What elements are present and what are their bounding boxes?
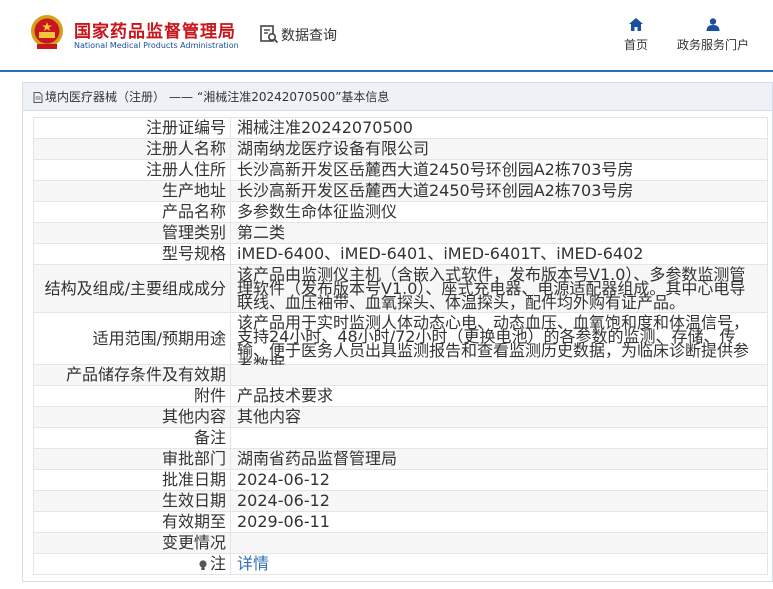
table-row: 注详情 bbox=[33, 554, 768, 575]
record-panel: 境内医疗器械（注册） —— “湘械注准20242070500”基本信息 注册证编号湘… bbox=[22, 82, 773, 582]
row-value: 该产品用于实时监测人体动态心电、动态血压、血氧饱和度和体温信号，支持24小时、4… bbox=[231, 313, 768, 373]
row-label: 附件 bbox=[33, 386, 231, 406]
row-label: 批准日期 bbox=[33, 470, 231, 490]
nav-home[interactable]: 首页 bbox=[620, 18, 652, 53]
table-row: 生效日期 2024-06-12 bbox=[33, 491, 768, 512]
row-value bbox=[231, 428, 768, 448]
table-row: 审批部门 湖南省药品监督管理局 bbox=[33, 449, 768, 470]
row-label: 有效期至 bbox=[33, 512, 231, 532]
national-emblem-icon[interactable] bbox=[30, 14, 64, 52]
table-row: 注册人住所 长沙高新开发区岳麓西大道2450号环创园A2栋703号房 bbox=[33, 160, 768, 181]
breadcrumb-separator: —— bbox=[169, 90, 194, 104]
row-label: 注 bbox=[33, 554, 231, 574]
data-query-title: 数据查询 bbox=[281, 28, 337, 44]
document-icon bbox=[33, 92, 43, 103]
table-row: 变更情况 bbox=[33, 533, 768, 554]
site-header: 国家药品监督管理局 National Medical Products Admi… bbox=[0, 0, 773, 70]
row-value: 其他内容 bbox=[231, 407, 768, 427]
table-row: 管理类别 第二类 bbox=[33, 223, 768, 244]
table-row: 产品名称 多参数生命体征监测仪 bbox=[33, 202, 768, 223]
site-name-en[interactable]: National Medical Products Administration bbox=[74, 41, 239, 50]
breadcrumb-category[interactable]: 境内医疗器械（注册） bbox=[45, 90, 165, 104]
table-row: 批准日期 2024-06-12 bbox=[33, 470, 768, 491]
row-label: 管理类别 bbox=[33, 223, 231, 243]
row-value bbox=[231, 533, 768, 553]
table-row: 注册人名称 湖南纳龙医疗设备有限公司 bbox=[33, 139, 768, 160]
row-label: 注册证编号 bbox=[33, 118, 231, 138]
row-label: 产品储存条件及有效期 bbox=[33, 365, 231, 385]
table-row: 附件 产品技术要求 bbox=[33, 386, 768, 407]
header-divider bbox=[0, 70, 773, 72]
table-row: 备注 bbox=[33, 428, 768, 449]
row-value: 多参数生命体征监测仪 bbox=[231, 202, 768, 222]
row-label: 结构及组成/主要组成成分 bbox=[33, 265, 231, 312]
note-label: 注 bbox=[209, 554, 226, 573]
nav-service-portal[interactable]: 政务服务门户 bbox=[672, 18, 754, 53]
row-label: 其他内容 bbox=[33, 407, 231, 427]
row-label: 型号规格 bbox=[33, 244, 231, 264]
row-value: 产品技术要求 bbox=[231, 386, 768, 406]
row-value: 湖南纳龙医疗设备有限公司 bbox=[231, 139, 768, 159]
data-query-icon bbox=[260, 25, 279, 44]
row-value: 长沙高新开发区岳麓西大道2450号环创园A2栋703号房 bbox=[231, 181, 768, 201]
details-link[interactable]: 详情 bbox=[237, 554, 269, 573]
row-label: 注册人住所 bbox=[33, 160, 231, 180]
table-row: 生产地址 长沙高新开发区岳麓西大道2450号环创园A2栋703号房 bbox=[33, 181, 768, 202]
row-value: iMED-6400、iMED-6401、iMED-6401T、iMED-6402 bbox=[231, 244, 768, 264]
row-label: 产品名称 bbox=[33, 202, 231, 222]
nav-portal-label: 政务服务门户 bbox=[676, 38, 749, 52]
lightbulb-icon bbox=[199, 560, 207, 570]
table-row: 有效期至 2029-06-11 bbox=[33, 512, 768, 533]
row-value: 详情 bbox=[231, 554, 768, 574]
table-row: 型号规格 iMED-6400、iMED-6401、iMED-6401T、iMED-… bbox=[33, 244, 768, 265]
row-value: 第二类 bbox=[231, 223, 768, 243]
row-value: 2024-06-12 bbox=[231, 470, 768, 490]
row-value: 湘械注准20242070500 bbox=[231, 118, 768, 138]
breadcrumb: 境内医疗器械（注册） —— “湘械注准20242070500”基本信息 bbox=[23, 83, 772, 111]
row-label: 生产地址 bbox=[33, 181, 231, 201]
user-icon bbox=[706, 18, 720, 31]
row-label: 变更情况 bbox=[33, 533, 231, 553]
row-value: 该产品由监测仪主机（含嵌入式软件，发布版本号V1.0）、多参数监测管理软件（发布… bbox=[231, 265, 768, 312]
table-row: 结构及组成/主要组成成分 该产品由监测仪主机（含嵌入式软件，发布版本号V1.0）、… bbox=[33, 265, 768, 313]
site-name-cn[interactable]: 国家药品监督管理局 bbox=[74, 17, 236, 42]
row-label: 生效日期 bbox=[33, 491, 231, 511]
row-value bbox=[231, 365, 768, 385]
row-value: 2029-06-11 bbox=[231, 512, 768, 532]
row-value: 长沙高新开发区岳麓西大道2450号环创园A2栋703号房 bbox=[231, 160, 768, 180]
row-label: 适用范围/预期用途 bbox=[33, 313, 231, 364]
table-row: 注册证编号 湘械注准20242070500 bbox=[33, 118, 768, 139]
row-label: 备注 bbox=[33, 428, 231, 448]
record-table: 注册证编号 湘械注准20242070500 注册人名称 湖南纳龙医疗设备有限公司 注册人… bbox=[33, 117, 768, 577]
row-value: 湖南省药品监督管理局 bbox=[231, 449, 768, 469]
table-row: 产品储存条件及有效期 bbox=[33, 365, 768, 386]
table-row: 适用范围/预期用途 该产品用于实时监测人体动态心电、动态血压、血氧饱和度和体温信号… bbox=[33, 313, 768, 373]
row-value: 2024-06-12 bbox=[231, 491, 768, 511]
row-label: 审批部门 bbox=[33, 449, 231, 469]
home-icon bbox=[629, 18, 643, 31]
nav-home-label: 首页 bbox=[623, 38, 648, 52]
breadcrumb-record: “湘械注准20242070500”基本信息 bbox=[197, 90, 390, 104]
row-label: 注册人名称 bbox=[33, 139, 231, 159]
table-row: 其他内容 其他内容 bbox=[33, 407, 768, 428]
